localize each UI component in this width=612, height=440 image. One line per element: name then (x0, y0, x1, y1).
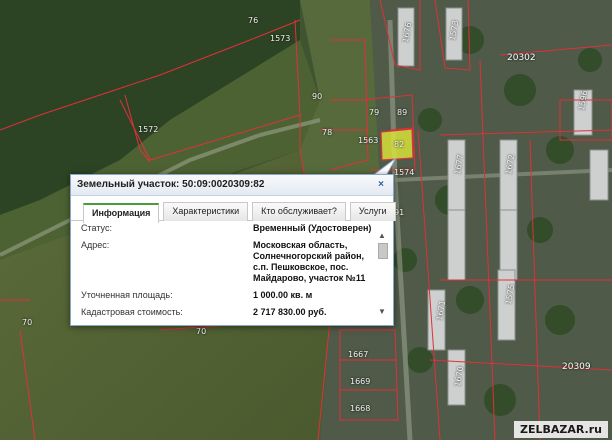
cadastral-map[interactable]: 76 1573 1572 90 79 89 78 1563 82 1574 91… (0, 0, 612, 440)
parcel-label[interactable]: 90 (312, 92, 322, 101)
parcel-info-popup: Земельный участок: 50:09:0020309:82 × Ин… (70, 174, 396, 326)
tab-who-serves[interactable]: Кто обслуживает? (252, 202, 346, 221)
parcel-label[interactable]: 76 (248, 16, 258, 25)
info-key: Кадастровая стоимость: (81, 307, 183, 317)
parcel-label[interactable]: 79 (369, 108, 379, 117)
info-key: Адрес: (81, 240, 110, 250)
info-value: 1 000.00 кв. м (253, 290, 313, 300)
info-row-address: Адрес: Московская область, Солнечногорск… (81, 240, 375, 284)
info-value: 2 717 830.00 руб. (253, 307, 327, 317)
info-row-cost: Кадастровая стоимость: 2 717 830.00 руб. (81, 307, 375, 318)
parcel-label-selected[interactable]: 82 (394, 140, 404, 149)
close-icon[interactable]: × (375, 179, 387, 191)
info-value: Московская область, Солнечногорский райо… (253, 240, 366, 283)
popup-header: Земельный участок: 50:09:0020309:82 × (71, 175, 393, 196)
parcel-label[interactable]: 70 (22, 318, 32, 327)
parcel-label[interactable]: 1573 (270, 34, 290, 43)
tab-services[interactable]: Услуги (349, 202, 396, 221)
tab-information[interactable]: Информация (83, 203, 160, 223)
info-row-area: Уточненная площадь: 1 000.00 кв. м (81, 290, 375, 301)
scroll-down-icon[interactable]: ▼ (377, 307, 387, 317)
parcel-label[interactable]: 1563 (358, 136, 378, 145)
info-row-status: Статус: Временный (Удостоверен) (81, 223, 375, 234)
parcel-label[interactable]: 1572 (138, 125, 158, 134)
quarter-label: 20309 (562, 362, 591, 372)
popup-tabs: Информация Характеристики Кто обслуживае… (71, 196, 396, 223)
parcel-label[interactable]: 78 (322, 128, 332, 137)
parcel-label[interactable]: 1574 (394, 168, 414, 177)
parcel-label[interactable]: 70 (196, 327, 206, 336)
scrollbar-thumb[interactable] (378, 243, 388, 259)
info-key: Статус: (81, 223, 112, 233)
popup-title: Земельный участок: 50:09:0020309:82 (77, 179, 265, 190)
info-key: Уточненная площадь: (81, 290, 173, 300)
parcel-label[interactable]: 1668 (350, 404, 370, 413)
parcel-label[interactable]: 1669 (350, 377, 370, 386)
watermark-logo: ZELBAZAR.ru (514, 421, 608, 438)
scroll-up-icon[interactable]: ▲ (377, 231, 387, 241)
info-value: Временный (Удостоверен) (253, 223, 372, 233)
parcel-label[interactable]: 1667 (348, 350, 368, 359)
quarter-label: 20302 (507, 53, 536, 63)
tab-characteristics[interactable]: Характеристики (163, 202, 249, 221)
popup-scrollbar[interactable]: ▲ ▼ (377, 231, 388, 317)
parcel-label[interactable]: 89 (397, 108, 407, 117)
popup-body: Статус: Временный (Удостоверен) Адрес: М… (81, 223, 375, 319)
